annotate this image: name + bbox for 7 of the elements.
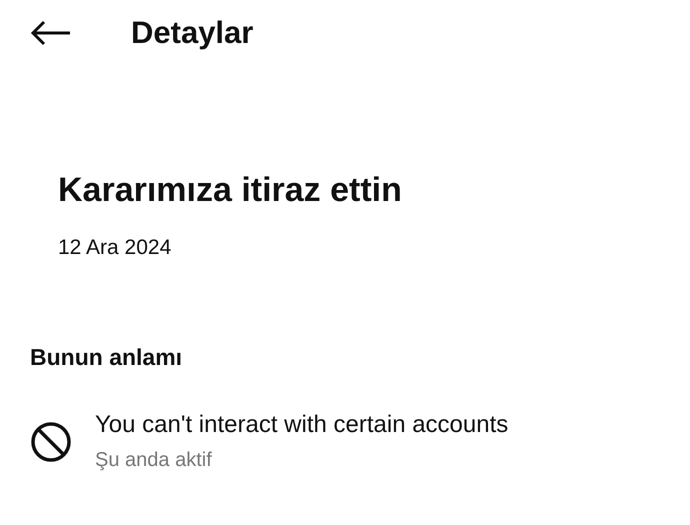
- restriction-text: You can't interact with certain accounts: [95, 411, 508, 439]
- status-text: Şu anda aktif: [95, 449, 213, 472]
- decision-title: Kararımıza itiraz ettin: [58, 171, 403, 210]
- decision-date: 12 Ara 2024: [58, 236, 172, 260]
- section-title: Bunun anlamı: [30, 344, 184, 371]
- page-title: Detaylar: [131, 15, 254, 51]
- block-icon: [30, 420, 72, 462]
